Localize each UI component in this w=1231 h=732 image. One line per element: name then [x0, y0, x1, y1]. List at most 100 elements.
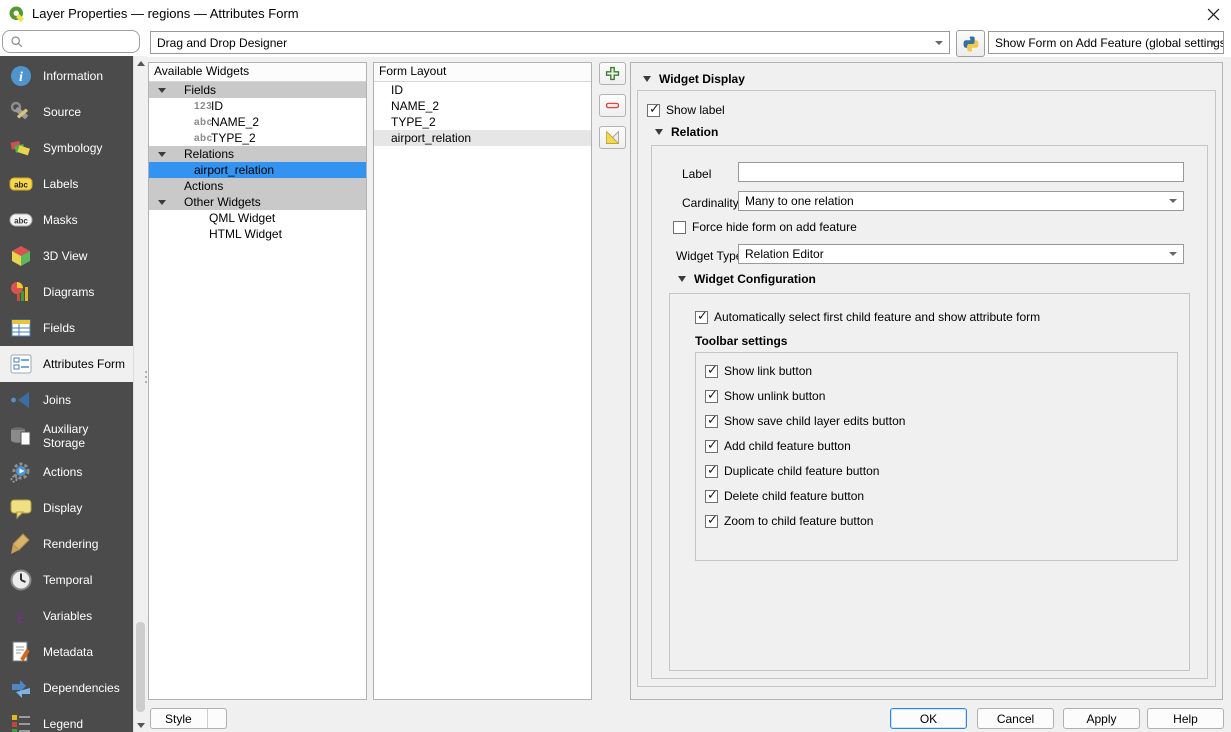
force-hide-checkbox[interactable] [673, 221, 686, 234]
show-unlink-checkbox[interactable] [705, 390, 718, 403]
chevron-down-icon [207, 709, 226, 728]
show-label-checkbox[interactable] [647, 104, 660, 117]
tree-group-actions[interactable]: Actions [149, 178, 366, 194]
widget-configuration-section-header[interactable]: Widget Configuration [678, 272, 816, 286]
svg-text:abc: abc [14, 181, 28, 190]
style-menu-button[interactable]: Style [150, 708, 227, 729]
form-layout-item-airport-relation[interactable]: airport_relation [374, 130, 591, 146]
chevron-down-icon [655, 129, 663, 135]
tree-item-id[interactable]: 123ID [149, 98, 366, 114]
cancel-button[interactable]: Cancel [977, 708, 1054, 729]
apply-button[interactable]: Apply [1063, 708, 1140, 729]
chevron-down-icon [678, 276, 686, 282]
tree-item-airport-relation[interactable]: airport_relation [149, 162, 366, 178]
tree-group-fields[interactable]: Fields [149, 82, 366, 98]
close-icon[interactable] [1198, 2, 1228, 26]
ok-button[interactable]: OK [890, 708, 967, 729]
help-button[interactable]: Help [1147, 708, 1224, 729]
form-layout-item-name-2[interactable]: NAME_2 [374, 98, 591, 114]
show-link-checkbox-row[interactable]: Show link button [705, 364, 812, 378]
add-child-checkbox-row[interactable]: Add child feature button [705, 439, 851, 453]
tree-item-name-2[interactable]: abcNAME_2 [149, 114, 366, 130]
chevron-down-icon [643, 76, 651, 82]
joins-icon [9, 388, 33, 412]
tree-item-type-2[interactable]: abcTYPE_2 [149, 130, 366, 146]
display-icon [9, 496, 33, 520]
sidebar-item-joins[interactable]: Joins [0, 382, 133, 418]
show-label-checkbox-row[interactable]: Show label [647, 103, 725, 117]
scroll-down-icon[interactable] [134, 718, 148, 732]
sidebar-item-diagrams[interactable]: Diagrams [0, 274, 133, 310]
designer-mode-select[interactable]: Drag and Drop Designer [150, 31, 950, 54]
zoom-child-checkbox[interactable] [705, 515, 718, 528]
delete-child-checkbox-row[interactable]: Delete child feature button [705, 489, 864, 503]
duplicate-child-checkbox-row[interactable]: Duplicate child feature button [705, 464, 879, 478]
python-init-button[interactable] [956, 30, 985, 57]
relation-section-header[interactable]: Relation [655, 125, 718, 139]
form-layout-panel: Form Layout ID NAME_2 TYPE_2 airport_rel… [373, 62, 592, 700]
widget-display-section-header[interactable]: Widget Display [643, 72, 745, 86]
sidebar-item-symbology[interactable]: Symbology [0, 130, 133, 166]
sidebar-item-auxiliary-storage[interactable]: Auxiliary Storage [0, 418, 133, 454]
sidebar-item-3d-view[interactable]: 3D View [0, 238, 133, 274]
sidebar-item-variables[interactable]: ε Variables [0, 598, 133, 634]
tree-item-qml-widget[interactable]: QML Widget [149, 210, 366, 226]
cardinality-select[interactable]: Many to one relation [738, 191, 1184, 211]
sidebar-item-labels[interactable]: abc Labels [0, 166, 133, 202]
sidebar-item-source[interactable]: Source [0, 94, 133, 130]
search-icon [10, 35, 24, 49]
show-save-child-checkbox[interactable] [705, 415, 718, 428]
auto-select-checkbox-row[interactable]: Automatically select first child feature… [695, 310, 1040, 324]
dependencies-icon [9, 676, 33, 700]
sidebar-item-display[interactable]: Display [0, 490, 133, 526]
show-unlink-checkbox-row[interactable]: Show unlink button [705, 389, 825, 403]
plus-icon [604, 65, 621, 82]
sidebar-item-fields[interactable]: Fields [0, 310, 133, 346]
tree-group-relations[interactable]: Relations [149, 146, 366, 162]
sidebar-item-legend[interactable]: Legend [0, 706, 133, 732]
chevron-down-icon [935, 41, 943, 45]
zoom-child-checkbox-row[interactable]: Zoom to child feature button [705, 514, 873, 528]
chevron-down-icon [158, 152, 166, 157]
scrollbar-thumb[interactable] [136, 622, 145, 712]
remove-widget-button[interactable] [599, 94, 626, 117]
form-layout-item-id[interactable]: ID [374, 82, 591, 98]
window-title: Layer Properties — regions — Attributes … [32, 6, 299, 21]
auto-select-checkbox[interactable] [695, 311, 708, 324]
minus-icon [604, 97, 621, 114]
masks-icon: abc [9, 208, 33, 232]
form-open-mode-select[interactable]: Show Form on Add Feature (global setting… [988, 31, 1224, 54]
search-input[interactable] [2, 30, 140, 53]
fields-icon [9, 316, 33, 340]
delete-child-checkbox[interactable] [705, 490, 718, 503]
sidebar-item-attributes-form[interactable]: Attributes Form [0, 346, 133, 382]
diagrams-icon [9, 280, 33, 304]
source-icon [9, 100, 33, 124]
sidebar-item-temporal[interactable]: Temporal [0, 562, 133, 598]
edit-widget-button[interactable] [599, 126, 626, 149]
chevron-down-icon [158, 88, 166, 93]
sidebar-item-rendering[interactable]: Rendering [0, 526, 133, 562]
force-hide-checkbox-row[interactable]: Force hide form on add feature [673, 220, 857, 234]
show-link-checkbox[interactable] [705, 365, 718, 378]
sidebar-item-information[interactable]: i Information [0, 58, 133, 94]
tree-item-html-widget[interactable]: HTML Widget [149, 226, 366, 242]
scroll-up-icon[interactable] [134, 56, 148, 70]
number-type-icon: 123 [194, 101, 212, 112]
chevron-down-icon [1169, 252, 1177, 256]
sidebar-item-metadata[interactable]: Metadata [0, 634, 133, 670]
tree-group-other-widgets[interactable]: Other Widgets [149, 194, 366, 210]
sidebar-item-masks[interactable]: abc Masks [0, 202, 133, 238]
label-input[interactable] [738, 162, 1184, 182]
show-save-child-checkbox-row[interactable]: Show save child layer edits button [705, 414, 905, 428]
add-child-checkbox[interactable] [705, 440, 718, 453]
form-layout-item-type-2[interactable]: TYPE_2 [374, 114, 591, 130]
chevron-down-icon [158, 200, 166, 205]
widget-type-select[interactable]: Relation Editor [738, 244, 1184, 264]
diagonal-square-icon [604, 129, 621, 146]
sidebar-item-dependencies[interactable]: Dependencies [0, 670, 133, 706]
add-widget-button[interactable] [599, 62, 626, 85]
duplicate-child-checkbox[interactable] [705, 465, 718, 478]
rendering-icon [9, 532, 33, 556]
sidebar-item-actions[interactable]: Actions [0, 454, 133, 490]
